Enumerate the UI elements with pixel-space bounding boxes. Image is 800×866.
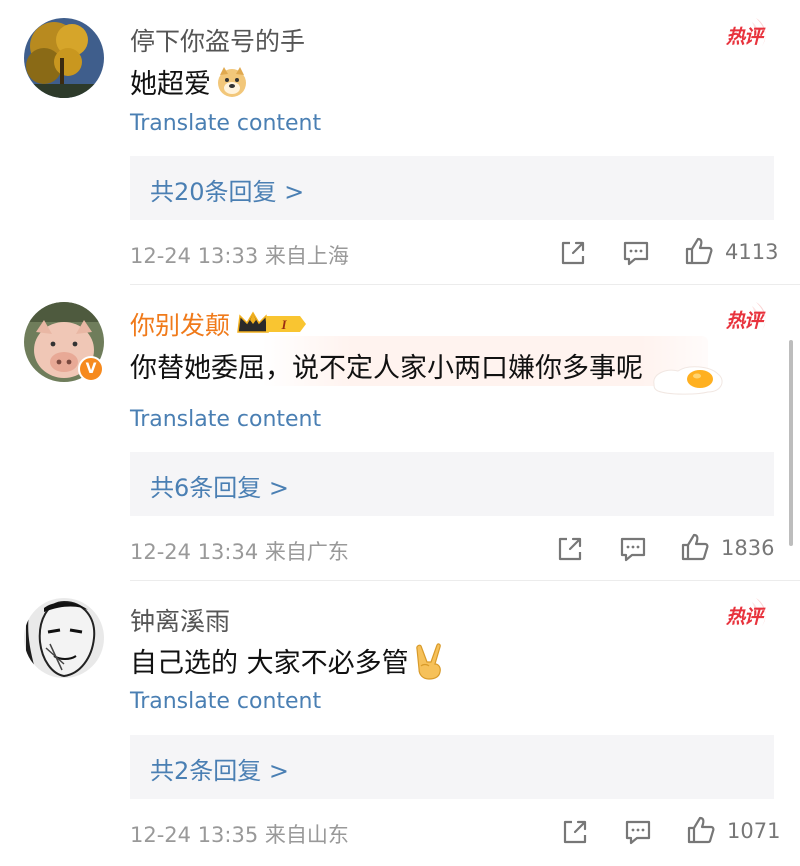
location: 来自广东 [264,540,349,564]
reply-button[interactable] [621,238,651,268]
thumbs-up-icon [687,816,715,844]
share-icon [563,820,587,844]
fried-egg-decoration-icon [648,362,728,400]
location: 来自上海 [264,244,349,268]
doge-emoji-icon [215,65,249,106]
translate-link[interactable]: Translate content [130,689,321,714]
replies-button[interactable]: 共20条回复 > [130,156,774,220]
replies-button[interactable]: 共2条回复 > [130,735,774,799]
comment-text-content: 她超爱 [130,69,211,100]
like-count: 1071 [727,819,781,843]
username[interactable]: 钟离溪雨 [130,602,230,638]
comment-text-content: 自己选的 大家不必多管 [130,648,409,679]
comment-text: 自己选的 大家不必多管 [130,641,447,687]
thumbs-up-icon [685,237,713,265]
comment-icon [625,820,651,845]
translate-link[interactable]: Translate content [130,407,321,432]
hot-comment-badge: 热评 [722,300,774,336]
verified-badge: V [78,356,104,382]
divider [130,284,800,285]
comment-meta: 12-24 13:34 来自广东 [130,536,349,566]
avatar[interactable] [24,18,104,98]
comment-meta: 12-24 13:35 来自山东 [130,819,349,849]
hot-label: 热评 [726,606,763,628]
victory-hand-emoji-icon [413,642,447,687]
comment-icon [620,537,646,562]
avatar[interactable] [24,598,104,678]
timestamp: 12-24 13:35 [130,823,259,847]
share-button[interactable] [558,238,588,268]
replies-label: 共20条回复 > [150,178,305,206]
comment-icon [623,241,649,266]
username[interactable]: 停下你盗号的手 [130,22,305,58]
reply-button[interactable] [623,817,653,847]
comment-meta: 12-24 13:33 来自上海 [130,240,349,270]
divider [130,580,800,581]
share-icon [558,537,582,561]
thumbs-up-icon [681,533,709,561]
vip-level: I [280,317,287,332]
comment-text: 你替她委屈，说不定人家小两口嫌你多事呢 [130,353,643,384]
like-button[interactable] [680,532,710,562]
hot-comment-badge: 热评 [722,16,774,52]
replies-button[interactable]: 共6条回复 > [130,452,774,516]
scrollbar[interactable] [789,340,793,546]
share-button[interactable] [555,534,585,564]
hot-label: 热评 [726,26,763,48]
location: 来自山东 [264,823,349,847]
like-count: 1836 [721,536,775,560]
hot-label: 热评 [726,310,763,332]
comment-text: 她超爱 [130,62,249,106]
like-button[interactable] [686,815,716,845]
timestamp: 12-24 13:34 [130,540,259,564]
hot-comment-badge: 热评 [722,596,774,632]
reply-button[interactable] [618,534,648,564]
username-label: 你别发颠 [130,311,231,340]
share-icon [561,241,585,265]
replies-label: 共6条回复 > [150,474,290,502]
share-button[interactable] [560,817,590,847]
translate-link[interactable]: Translate content [130,111,321,136]
like-button[interactable] [684,236,714,266]
timestamp: 12-24 13:33 [130,244,259,268]
replies-label: 共2条回复 > [150,757,290,785]
like-count: 4113 [725,240,779,264]
